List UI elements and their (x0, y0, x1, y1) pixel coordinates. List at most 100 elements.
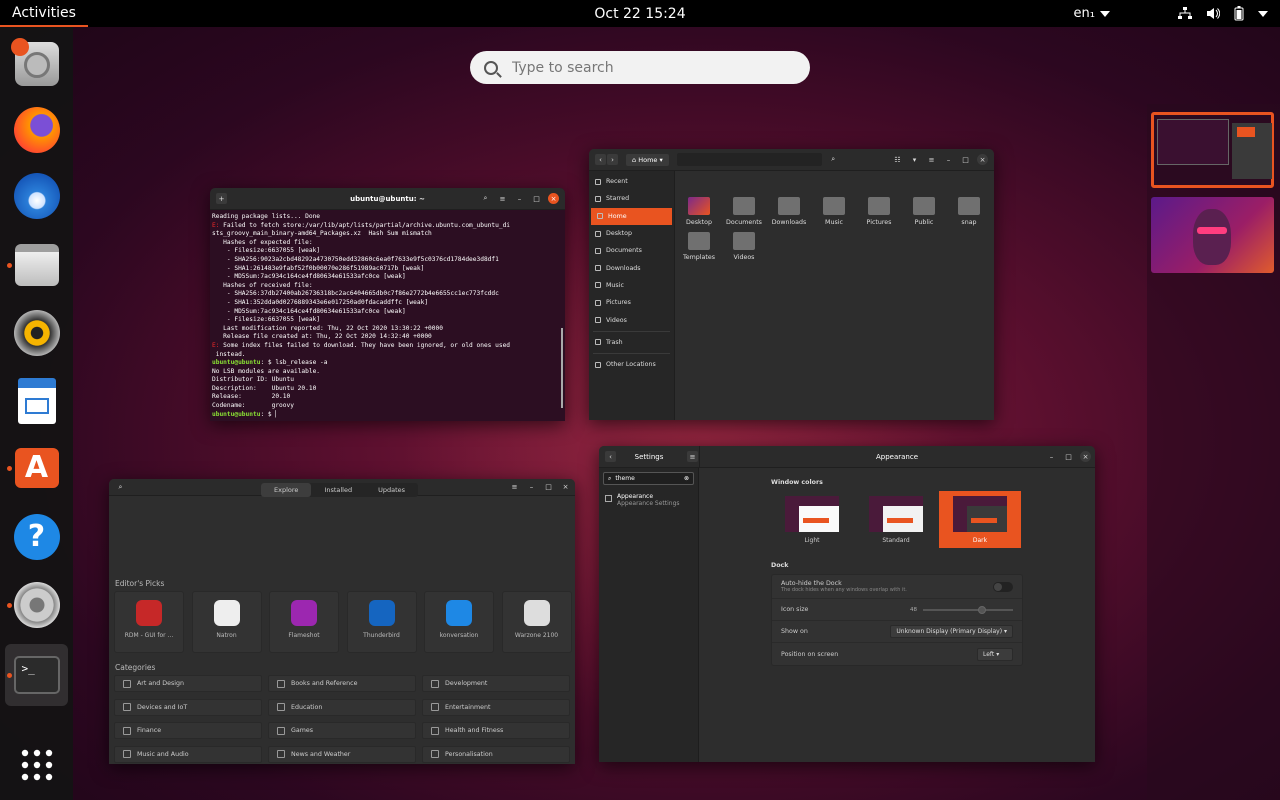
terminal-output[interactable]: Reading package lists... Done E: Failed t… (210, 210, 565, 421)
sidebar-item-starred[interactable]: Starred (589, 190, 674, 207)
pick-card[interactable]: RDM - GUI for ... (114, 591, 184, 653)
theme-light[interactable]: Light (771, 491, 853, 548)
category-entertainment[interactable]: Entertainment (422, 698, 570, 716)
tab-explore[interactable]: Explore (261, 483, 312, 497)
close-icon[interactable]: × (977, 154, 988, 165)
system-menu-chevron-icon[interactable] (1258, 10, 1268, 17)
settings-headerbar[interactable]: ‹ Settings ≡ Appearance – □ × (599, 446, 1095, 468)
view-list-icon[interactable]: ☷ (892, 154, 903, 165)
view-options-icon[interactable]: ▾ (909, 154, 920, 165)
sidebar-item-downloads[interactable]: Downloads (589, 259, 674, 276)
volume-icon[interactable] (1206, 7, 1220, 20)
keyboard-layout-indicator[interactable]: en₁ (1074, 6, 1110, 21)
search-input[interactable] (512, 59, 792, 76)
settings-search[interactable]: ⌕ theme ⊗ (603, 472, 694, 485)
autohide-toggle[interactable] (993, 581, 1013, 592)
path-bar[interactable]: ⌂ Home ▾ (626, 153, 669, 166)
maximize-icon[interactable]: □ (531, 193, 542, 204)
activities-button[interactable]: Activities (0, 0, 88, 27)
folder-desktop[interactable]: Desktop (679, 197, 719, 226)
dock-settings[interactable] (5, 574, 68, 636)
files-window[interactable]: ‹ › ⌂ Home ▾ ⌕ ☷ ▾ ≡ – □ × Recent Starred… (589, 149, 994, 420)
position-dropdown[interactable]: Left ▾ (977, 647, 1013, 661)
dock-files[interactable] (5, 234, 68, 296)
settings-window[interactable]: ‹ Settings ≡ Appearance – □ × ⌕ theme ⊗ A… (599, 446, 1095, 762)
network-icon[interactable] (1178, 7, 1192, 20)
hamburger-menu-icon[interactable]: ≡ (926, 154, 937, 165)
folder-music[interactable]: Music (814, 197, 854, 226)
workspace-1-thumbnail[interactable] (1151, 112, 1274, 188)
sidebar-item-recent[interactable]: Recent (589, 173, 674, 190)
hamburger-menu-icon[interactable]: ≡ (509, 482, 520, 493)
minimize-icon[interactable]: – (943, 154, 954, 165)
back-icon[interactable]: ‹ (595, 154, 606, 165)
sidebar-item-videos[interactable]: Videos (589, 311, 674, 328)
folder-downloads[interactable]: Downloads (769, 197, 809, 226)
category-education[interactable]: Education (268, 698, 416, 716)
tab-updates[interactable]: Updates (365, 483, 418, 497)
close-icon[interactable]: × (560, 482, 571, 493)
category-art-and-design[interactable]: Art and Design (114, 675, 262, 692)
overview-search[interactable] (470, 51, 810, 84)
folder-videos[interactable]: Videos (724, 232, 764, 261)
folder-snap[interactable]: snap (949, 197, 989, 226)
category-health-and-fitness[interactable]: Health and Fitness (422, 722, 570, 739)
dock-terminal[interactable]: >_ (5, 644, 68, 706)
autohide-row[interactable]: Auto-hide the Dock The dock hides when an… (772, 575, 1022, 599)
folder-public[interactable]: Public (904, 197, 944, 226)
search-icon[interactable]: ⌕ (480, 193, 491, 204)
files-headerbar[interactable]: ‹ › ⌂ Home ▾ ⌕ ☷ ▾ ≡ – □ × (589, 149, 994, 171)
dock-thunderbird[interactable] (5, 165, 68, 227)
settings-result-appearance[interactable]: Appearance Appearance Settings (599, 489, 698, 511)
back-icon[interactable]: ‹ (605, 451, 616, 462)
category-finance[interactable]: Finance (114, 722, 262, 739)
dock-help[interactable]: ? (5, 506, 68, 568)
terminal-window[interactable]: + ubuntu@ubuntu: ~ ⌕ ≡ – □ × Reading pac… (210, 188, 565, 421)
forward-icon[interactable]: › (607, 154, 618, 165)
sidebar-item-music[interactable]: Music (589, 277, 674, 294)
folder-pictures[interactable]: Pictures (859, 197, 899, 226)
sidebar-item-documents[interactable]: Documents (589, 242, 674, 259)
dock-installer[interactable] (5, 33, 68, 95)
hamburger-menu-icon[interactable]: ≡ (497, 193, 508, 204)
dock-software[interactable]: A (5, 437, 68, 499)
dock-rhythmbox[interactable] (5, 302, 68, 364)
minimize-icon[interactable]: – (1046, 451, 1057, 462)
pick-card[interactable]: Warzone 2100 (501, 591, 572, 653)
dock-writer[interactable] (5, 370, 68, 432)
sidebar-item-pictures[interactable]: Pictures (589, 294, 674, 311)
folder-documents[interactable]: Documents (724, 197, 764, 226)
settings-search-input[interactable]: theme (615, 475, 634, 482)
search-icon[interactable]: ⌕ (115, 482, 126, 493)
category-devices-and-iot[interactable]: Devices and IoT (114, 698, 262, 716)
close-icon[interactable]: × (1080, 451, 1091, 462)
icon-size-slider[interactable] (923, 605, 1013, 614)
battery-icon[interactable] (1234, 6, 1244, 21)
category-development[interactable]: Development (422, 675, 570, 692)
terminal-headerbar[interactable]: + ubuntu@ubuntu: ~ ⌕ ≡ – □ × (210, 188, 565, 210)
sidebar-item-desktop[interactable]: Desktop (589, 225, 674, 242)
category-personalisation[interactable]: Personalisation (422, 745, 570, 763)
minimize-icon[interactable]: – (526, 482, 537, 493)
sidebar-item-other-locations[interactable]: Other Locations (589, 356, 674, 373)
category-games[interactable]: Games (268, 722, 416, 739)
icon-size-control[interactable]: 48 (910, 605, 1013, 614)
software-window[interactable]: ⌕ ≡ – □ × Explore Installed Updates Editor… (109, 479, 575, 764)
folder-templates[interactable]: Templates (679, 232, 719, 261)
theme-dark[interactable]: Dark (939, 491, 1021, 548)
pick-card[interactable]: Flameshot (269, 591, 339, 653)
sidebar-item-trash[interactable]: Trash (589, 334, 674, 351)
terminal-scrollbar[interactable] (561, 328, 563, 408)
workspace-2-thumbnail[interactable] (1151, 197, 1274, 273)
slider-handle[interactable] (978, 605, 986, 614)
category-news-and-weather[interactable]: News and Weather (268, 745, 416, 763)
clear-icon[interactable]: ⊗ (684, 475, 689, 482)
system-tray[interactable]: en₁ (1074, 0, 1268, 27)
pick-card[interactable]: Natron (191, 591, 262, 653)
close-icon[interactable]: × (548, 193, 559, 204)
path-entry[interactable] (676, 153, 822, 166)
new-tab-icon[interactable]: + (216, 193, 227, 204)
hamburger-menu-icon[interactable]: ≡ (687, 451, 698, 462)
dock-firefox[interactable] (5, 99, 68, 161)
sidebar-item-home[interactable]: Home (591, 207, 672, 225)
